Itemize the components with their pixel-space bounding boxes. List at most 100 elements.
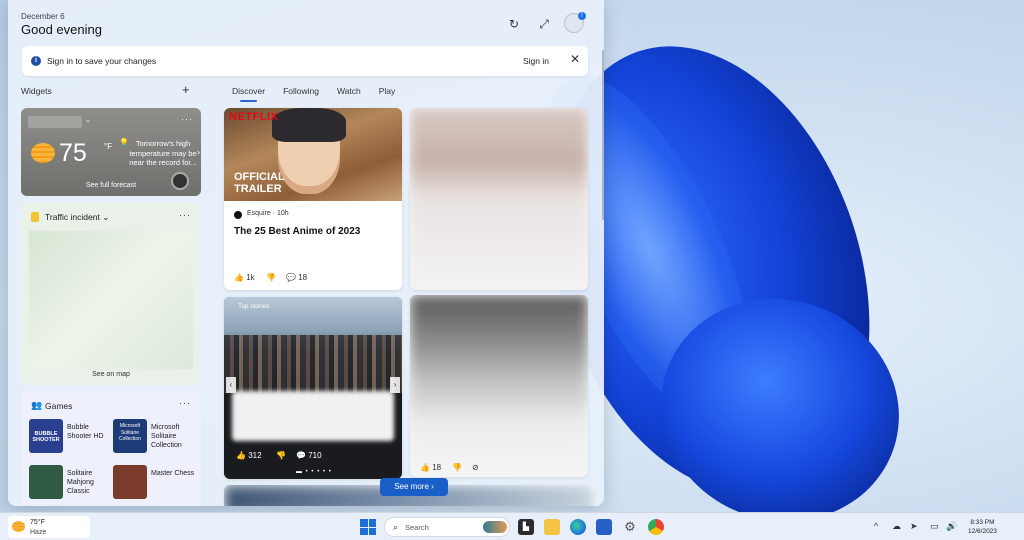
blurred-content <box>410 295 588 477</box>
weather-temperature: 75 <box>59 139 87 167</box>
start-button[interactable] <box>360 519 376 535</box>
game-item[interactable]: Solitaire Mahjong Classic <box>29 465 113 505</box>
game-name: Microsoft Solitaire Collection <box>151 424 182 449</box>
haze-sun-icon <box>31 143 55 163</box>
anime-character-hair <box>272 108 346 142</box>
avatar[interactable]: ! <box>564 12 586 33</box>
chevron-down-icon: ⌄ <box>85 117 91 124</box>
weather-unit: °F <box>104 142 113 151</box>
chrome-icon[interactable] <box>648 519 664 535</box>
like-button[interactable]: 👍 1k <box>234 273 255 282</box>
game-name: Solitaire Mahjong Classic <box>67 470 94 495</box>
game-item[interactable]: Master Chess <box>113 465 197 505</box>
master-chess-tile <box>113 465 147 499</box>
traffic-widget[interactable]: Traffic incident ⌄ ··· See on map <box>21 203 201 385</box>
solitaire-collection-tile: Microsoft Solitaire Collection <box>113 419 147 453</box>
like-button[interactable]: 👍 18 <box>420 463 441 472</box>
tab-watch[interactable]: Watch <box>337 86 361 102</box>
see-more-button[interactable]: See more › <box>380 478 448 496</box>
more-options-icon[interactable]: ··· <box>181 114 193 124</box>
game-name: Master Chess <box>151 470 195 477</box>
more-options-icon[interactable]: ··· <box>179 210 191 220</box>
dislike-button[interactable]: 👎 <box>452 463 462 472</box>
signin-banner: i Sign in to save your changes Sign in ✕ <box>22 46 588 76</box>
file-explorer-icon[interactable] <box>544 519 560 535</box>
edge-icon[interactable] <box>570 519 586 535</box>
dislike-button[interactable]: 👎 <box>266 273 276 282</box>
haze-sun-icon <box>12 521 25 532</box>
refresh-icon[interactable]: ↻ <box>506 16 522 32</box>
lightbulb-icon: 💡 <box>119 138 129 147</box>
clock[interactable]: 8:33 PM 12/6/2023 <box>968 518 997 536</box>
dislike-button[interactable]: 👎 <box>276 451 286 460</box>
widgets-panel: December 6 Good evening ↻ ⤢ ! i Sign in … <box>8 0 604 506</box>
news-card-blurred[interactable] <box>410 295 588 477</box>
article-thumbnail: NETFLIX OFFICIAL TRAILER <box>224 108 402 201</box>
signin-message: Sign in to save your changes <box>47 56 157 66</box>
thumbs-up-icon: 👍 <box>236 451 246 460</box>
comment-button[interactable]: 💬 18 <box>286 273 307 282</box>
clock-date: 12/6/2023 <box>968 528 997 535</box>
scrollbar[interactable] <box>602 50 604 220</box>
top-stories-card[interactable]: Top stories ‹ › 👍 312 👎 💬 710 ▬ • • • • … <box>224 297 402 479</box>
windows-logo-pane <box>368 519 376 527</box>
send-icon[interactable]: ➤ <box>910 521 918 532</box>
info-icon: i <box>31 56 41 66</box>
chevron-up-icon[interactable]: ^ <box>874 521 878 531</box>
thumbs-down-icon: 👎 <box>452 463 462 472</box>
taskbar-weather[interactable]: 75°F Haze <box>8 516 90 538</box>
hide-icon[interactable]: ⊘ <box>472 463 479 472</box>
like-count: 1k <box>246 273 255 282</box>
users-icon: 👥 <box>31 400 43 410</box>
comment-button[interactable]: 💬 710 <box>296 451 322 460</box>
thumbs-down-icon: 👎 <box>276 451 286 460</box>
see-on-map-link[interactable]: See on map <box>21 371 201 378</box>
volume-icon[interactable]: 🔊 <box>946 521 957 532</box>
like-button[interactable]: 👍 312 <box>236 451 262 460</box>
crowd-image <box>224 335 402 393</box>
netflix-logo: NETFLIX <box>229 111 279 123</box>
feed-tabs: Discover Following Watch Play <box>232 86 413 102</box>
search-icon: ⌕ <box>393 522 399 532</box>
carousel-dots[interactable]: ▬ • • • • • <box>296 469 332 475</box>
add-widget-button[interactable]: + <box>182 82 190 97</box>
weather-location-blurred[interactable] <box>28 116 82 128</box>
task-view-icon[interactable]: ▙ <box>518 519 534 535</box>
like-count: 18 <box>432 463 442 472</box>
see-more-label: See more <box>394 482 429 491</box>
expand-icon[interactable]: ⤢ <box>536 16 552 32</box>
search-placeholder: Search <box>405 523 429 532</box>
game-item[interactable]: Microsoft Solitaire Collection Microsoft… <box>113 419 197 459</box>
comment-count: 18 <box>298 273 308 282</box>
chevron-down-icon: ⌄ <box>102 212 110 222</box>
game-name: Bubble Shooter HD <box>67 424 104 440</box>
article-headline[interactable]: The 25 Best Anime of 2023 <box>234 226 360 237</box>
taskbar-condition: Haze <box>30 529 47 536</box>
settings-gear-icon[interactable]: ⚙ <box>622 519 638 535</box>
taskbar-search[interactable]: ⌕ Search <box>384 517 510 537</box>
traffic-title[interactable]: Traffic incident ⌄ <box>45 212 109 223</box>
cloud-icon[interactable]: ☁ <box>892 521 901 532</box>
tab-discover[interactable]: Discover <box>232 86 265 102</box>
chevron-right-icon: › <box>431 482 434 491</box>
story-photo: Top stories <box>224 297 402 393</box>
more-options-icon[interactable]: ··· <box>179 398 191 408</box>
tab-play[interactable]: Play <box>379 86 396 102</box>
store-icon[interactable] <box>596 519 612 535</box>
traffic-map[interactable] <box>29 231 193 369</box>
weather-map-thumb[interactable] <box>171 172 189 190</box>
blurred-content <box>410 108 588 290</box>
weather-alert[interactable]: Tomorrow's high temperature may be near … <box>129 139 197 168</box>
game-item[interactable]: BUBBLE SHOOTER Bubble Shooter HD <box>29 419 113 459</box>
windows-logo-pane <box>368 527 376 535</box>
games-widget: 👥 Games ··· BUBBLE SHOOTER Bubble Shoote… <box>21 391 201 506</box>
signin-link[interactable]: Sign in <box>523 56 549 66</box>
news-card[interactable]: NETFLIX OFFICIAL TRAILER Esquire · 10h T… <box>224 108 402 290</box>
display-icon[interactable]: ▭ <box>930 521 939 532</box>
weather-widget[interactable]: ⌄ ··· 75 °F 💡 Tomorrow's high temperatur… <box>21 108 201 196</box>
tab-following[interactable]: Following <box>283 86 319 102</box>
chevron-right-icon[interactable]: › <box>197 147 200 157</box>
close-icon[interactable]: ✕ <box>568 52 582 66</box>
news-card-blurred[interactable] <box>410 108 588 290</box>
mahjong-tile <box>29 465 63 499</box>
